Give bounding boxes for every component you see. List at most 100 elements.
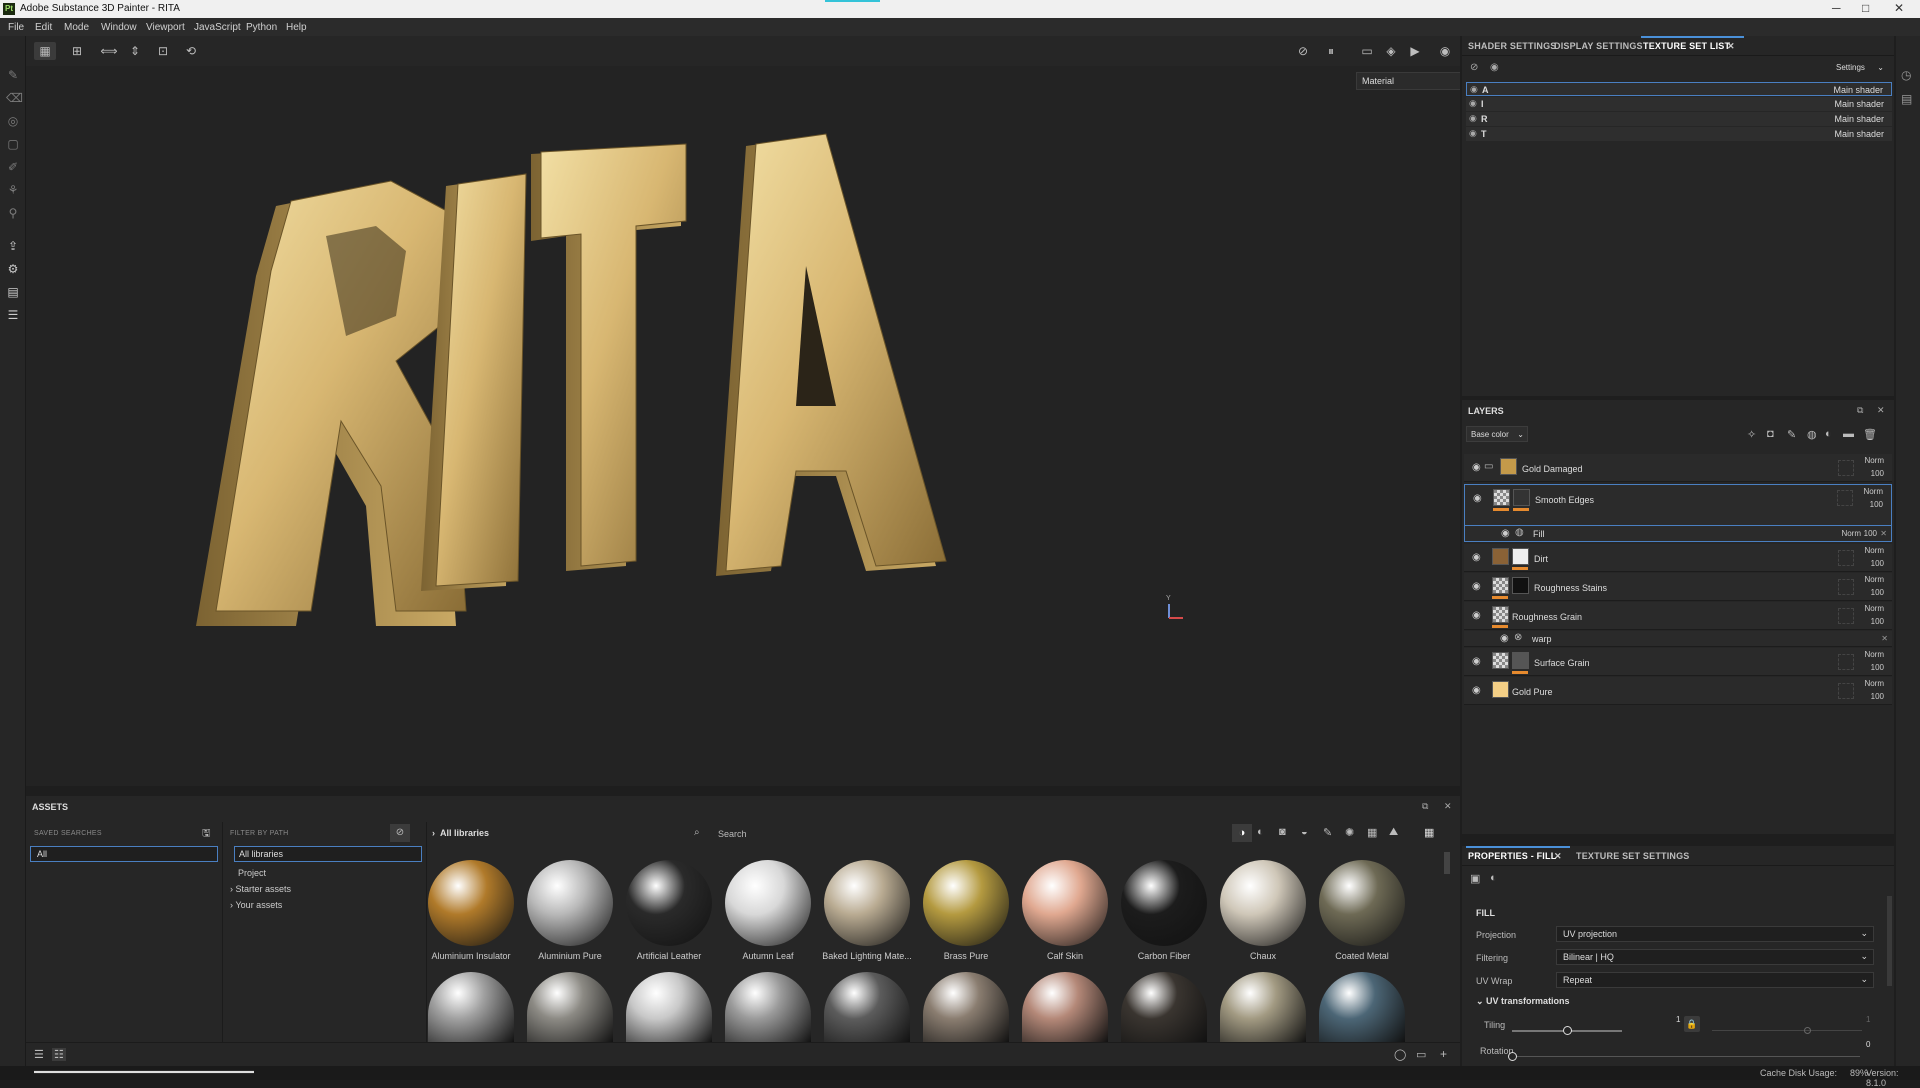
- paint-brush-icon[interactable]: ✎: [6, 68, 20, 82]
- remove-effect-icon[interactable]: ✕: [1881, 634, 1888, 643]
- shader-name[interactable]: Main shader: [1833, 85, 1883, 95]
- add-fill-layer-icon[interactable]: ◍: [1807, 428, 1817, 441]
- opacity-value[interactable]: 100: [1871, 663, 1884, 672]
- opacity-value[interactable]: 100: [1870, 500, 1883, 509]
- camera-icon[interactable]: ▶: [1404, 42, 1426, 60]
- visibility-eye-icon[interactable]: ◉: [1469, 98, 1477, 109]
- add-effect-icon[interactable]: ✧: [1747, 428, 1756, 441]
- symmetry-y-icon[interactable]: ⇕: [124, 42, 146, 60]
- close-panel-icon[interactable]: ✕: [1444, 801, 1452, 812]
- asset-thumbnail[interactable]: [527, 972, 613, 1042]
- pause-icon[interactable]: ⏸: [1320, 42, 1342, 60]
- effect-fill[interactable]: ◉ ◍ Fill Norm 100 ✕: [1464, 526, 1892, 542]
- asset-thumbnail[interactable]: [1220, 860, 1306, 946]
- tab-display-settings[interactable]: DISPLAY SETTINGS: [1554, 41, 1643, 51]
- blend-mode[interactable]: Norm: [1864, 604, 1884, 613]
- rotation-slider-handle[interactable]: [1508, 1052, 1517, 1061]
- add-icon[interactable]: +: [1440, 1047, 1447, 1061]
- asset-thumbnail[interactable]: [824, 972, 910, 1042]
- uv-wrap-dropdown[interactable]: Repeat ⌄: [1556, 972, 1874, 988]
- material-filter-icon[interactable]: ◑: [1232, 824, 1252, 842]
- cube-icon[interactable]: ◈: [1380, 42, 1402, 60]
- hide-icon[interactable]: ⊘: [1292, 42, 1314, 60]
- visibility-eye-icon[interactable]: ◉: [1473, 493, 1482, 504]
- uv-transformations-toggle[interactable]: ⌄ UV transformations: [1476, 996, 1570, 1007]
- eye-icon[interactable]: ◉: [1490, 62, 1499, 73]
- tiling-secondary-handle[interactable]: [1804, 1027, 1811, 1034]
- asset-name[interactable]: Carbon Fiber: [1114, 951, 1214, 961]
- asset-thumbnail[interactable]: [923, 860, 1009, 946]
- export-icon[interactable]: ⇪: [6, 239, 20, 253]
- asset-thumbnail[interactable]: [1022, 972, 1108, 1042]
- asset-thumbnail[interactable]: [428, 972, 514, 1042]
- screenshot-icon[interactable]: ◉: [1434, 42, 1456, 60]
- menu-help[interactable]: Help: [286, 22, 307, 33]
- shader-name[interactable]: Main shader: [1834, 129, 1884, 139]
- document-icon[interactable]: ▤: [6, 285, 20, 299]
- asset-thumbnail[interactable]: [1022, 860, 1108, 946]
- minimize-button[interactable]: ─: [1832, 1, 1841, 15]
- asset-thumbnail[interactable]: [428, 860, 514, 946]
- texture-set-row[interactable]: ◉ A Main shader: [1466, 82, 1892, 96]
- close-tab-icon[interactable]: ✕: [1554, 851, 1562, 862]
- asset-thumbnail[interactable]: [725, 972, 811, 1042]
- float-panel-icon[interactable]: ⧉: [1422, 801, 1428, 812]
- texture-filter-icon[interactable]: ▦: [1367, 826, 1377, 839]
- projection-icon[interactable]: ◎: [6, 114, 20, 128]
- list-view-icon[interactable]: ☰: [34, 1048, 44, 1061]
- add-mask-icon[interactable]: ◘: [1767, 428, 1774, 440]
- filter-toggle-icon[interactable]: ⊘: [390, 824, 410, 842]
- clone-stamp-icon[interactable]: ⚘: [6, 183, 20, 197]
- asset-thumbnail[interactable]: [923, 972, 1009, 1042]
- effect-opacity[interactable]: 100: [1864, 529, 1877, 538]
- asset-thumbnail[interactable]: [1121, 860, 1207, 946]
- opacity-value[interactable]: 100: [1871, 469, 1884, 478]
- properties-scrollbar[interactable]: [1887, 896, 1892, 986]
- polygon-fill-icon[interactable]: ▢: [6, 137, 20, 151]
- refresh-icon[interactable]: ◯: [1394, 1048, 1406, 1061]
- asset-name[interactable]: Coated Metal: [1312, 951, 1412, 961]
- settings-dropdown[interactable]: Settings ⌄: [1832, 61, 1886, 75]
- blend-mode[interactable]: Norm: [1864, 650, 1884, 659]
- rotation-value[interactable]: 0: [1866, 1040, 1870, 1049]
- rotation-slider[interactable]: [1512, 1056, 1860, 1057]
- blend-mode[interactable]: Norm: [1864, 546, 1884, 555]
- history-panel-icon[interactable]: ◷: [1901, 68, 1911, 82]
- visibility-eye-icon[interactable]: ◉: [1500, 633, 1509, 644]
- mask-filter-icon[interactable]: ◙: [1279, 826, 1286, 838]
- tiling-value[interactable]: 1: [1676, 1015, 1680, 1024]
- remove-effect-icon[interactable]: ✕: [1880, 529, 1887, 538]
- eraser-icon[interactable]: ⌫: [6, 91, 23, 105]
- asset-thumbnail[interactable]: [725, 860, 811, 946]
- asset-name[interactable]: Aluminium Insulator: [421, 951, 521, 961]
- menu-viewport[interactable]: Viewport: [146, 22, 185, 33]
- tab-texture-set-settings[interactable]: TEXTURE SET SETTINGS: [1576, 851, 1690, 861]
- float-panel-icon[interactable]: ⧉: [1857, 405, 1863, 416]
- saved-search-item[interactable]: All: [30, 846, 218, 862]
- menu-javascript[interactable]: JavaScript: [194, 22, 241, 33]
- tab-properties-fill[interactable]: PROPERTIES - FILL: [1465, 846, 1571, 861]
- visibility-eye-icon[interactable]: ◉: [1472, 685, 1481, 696]
- visibility-eye-icon[interactable]: ◉: [1501, 528, 1510, 539]
- tiling-secondary-slider[interactable]: [1712, 1030, 1862, 1031]
- menu-edit[interactable]: Edit: [35, 22, 52, 33]
- asset-name[interactable]: Calf Skin: [1015, 951, 1115, 961]
- close-tab-icon[interactable]: ✕: [1727, 41, 1735, 52]
- tiling-secondary-value[interactable]: 1: [1866, 1015, 1870, 1024]
- tab-shader-settings[interactable]: SHADER SETTINGS: [1468, 41, 1557, 51]
- particle-filter-icon[interactable]: ✺: [1345, 826, 1354, 839]
- assets-scrollbar[interactable]: [1444, 852, 1450, 874]
- layer-roughness-stains[interactable]: ◉ Roughness Stains Norm 100: [1464, 573, 1892, 601]
- asset-name[interactable]: Aluminium Pure: [520, 951, 620, 961]
- visibility-eye-icon[interactable]: ◉: [1469, 113, 1477, 124]
- asset-name[interactable]: Artificial Leather: [619, 951, 719, 961]
- layer-stack-icon[interactable]: ☰: [6, 308, 20, 322]
- asset-thumbnail[interactable]: [1220, 972, 1306, 1042]
- shader-name[interactable]: Main shader: [1834, 99, 1884, 109]
- generator-filter-icon[interactable]: ◒: [1301, 826, 1308, 838]
- brush-filter-icon[interactable]: ✎: [1323, 826, 1332, 839]
- visibility-eye-icon[interactable]: ◉: [1469, 128, 1477, 139]
- search-input[interactable]: Search: [718, 829, 918, 839]
- blend-mode[interactable]: Norm: [1864, 575, 1884, 584]
- visibility-eye-icon[interactable]: ◉: [1472, 581, 1481, 592]
